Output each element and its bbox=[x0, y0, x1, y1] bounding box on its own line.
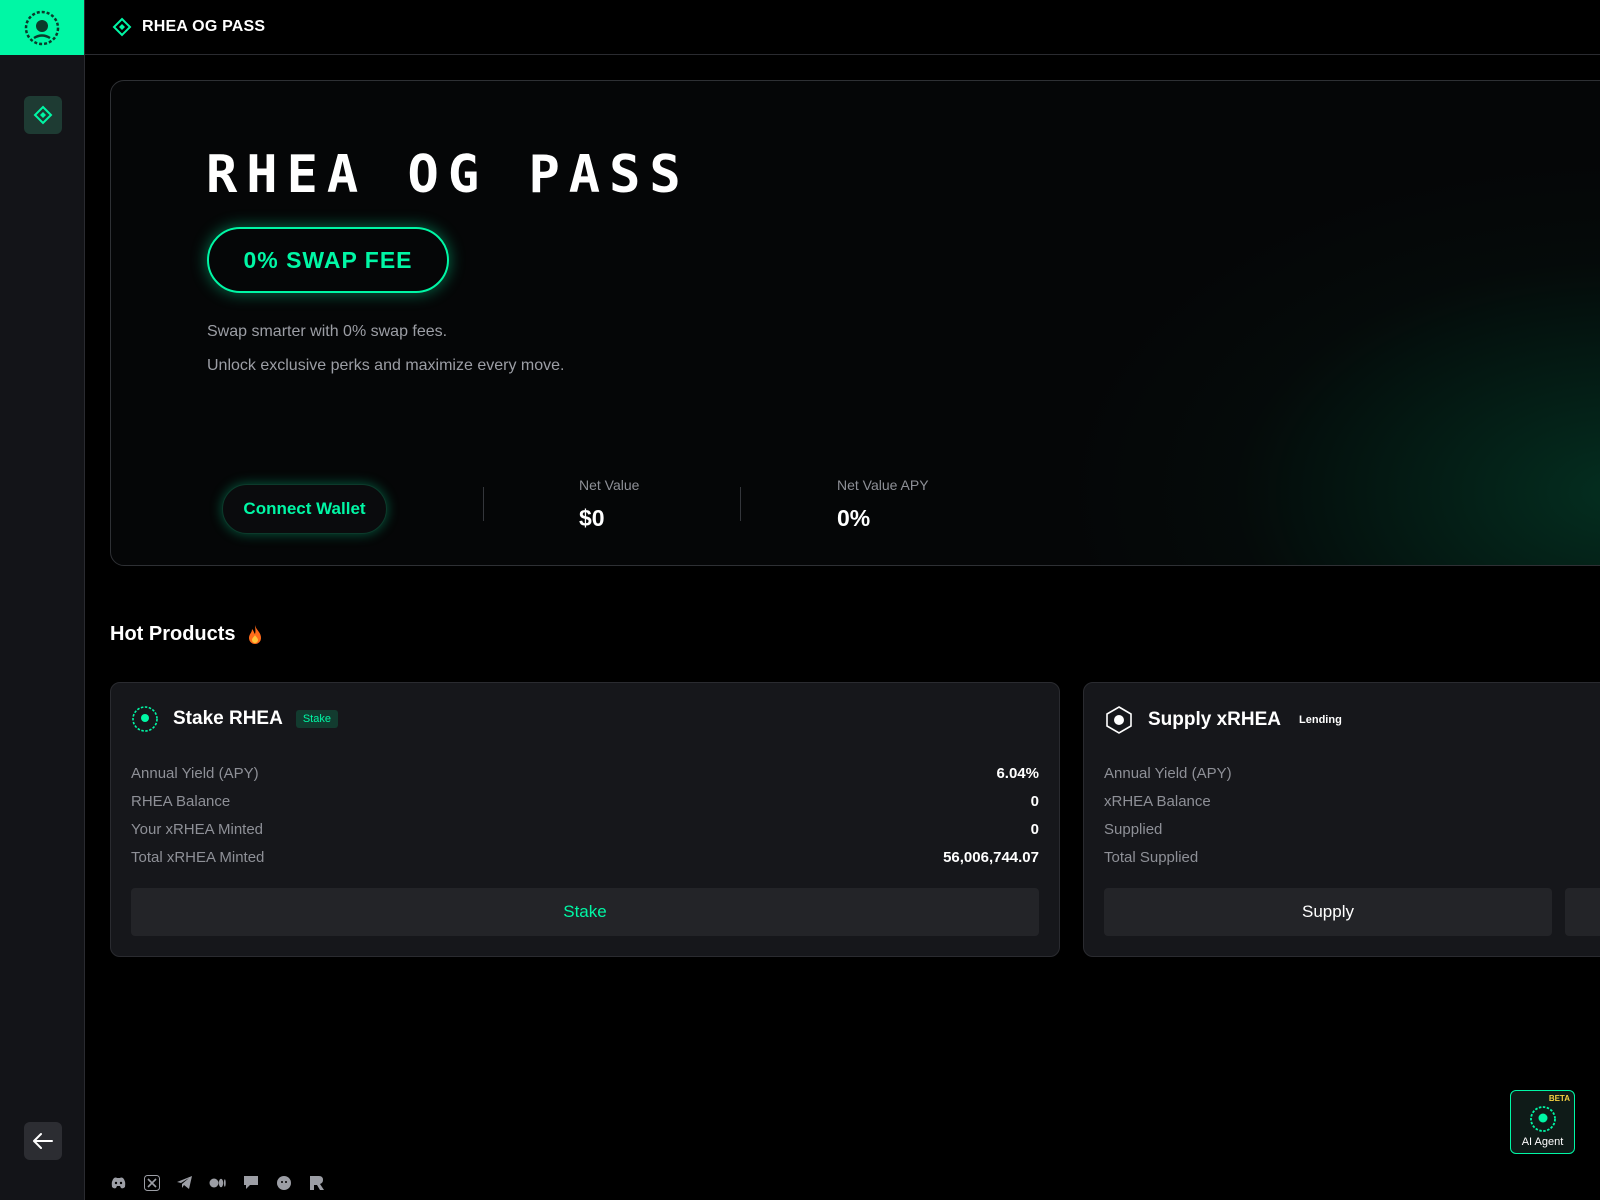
rhea-laurel-icon bbox=[132, 706, 158, 732]
divider bbox=[740, 487, 741, 521]
chat-icon[interactable] bbox=[242, 1174, 259, 1191]
og-pass-hero: RHEA OG PASS 0% SWAP FEE Swap smarter wi… bbox=[110, 80, 1600, 566]
rhea-icon[interactable] bbox=[308, 1174, 325, 1191]
stat-row: xRHEA Balance bbox=[1104, 787, 1600, 815]
product-card-stake-rhea: Stake RHEA Stake Annual Yield (APY) 6.04… bbox=[110, 682, 1060, 957]
stat-value: 56,006,744.07 bbox=[943, 848, 1039, 866]
x-icon[interactable] bbox=[143, 1174, 160, 1191]
stat-value: 6.04% bbox=[996, 764, 1039, 782]
collapse-arrow-icon bbox=[33, 1133, 53, 1149]
stat-label: Annual Yield (APY) bbox=[131, 764, 259, 782]
hot-products-heading: Hot Products bbox=[110, 623, 264, 646]
hero-subtitle-2: Unlock exclusive perks and maximize ever… bbox=[207, 357, 565, 374]
stat-row: Supplied bbox=[1104, 815, 1600, 843]
connect-wallet-button[interactable]: Connect Wallet bbox=[222, 484, 387, 534]
discord-icon[interactable] bbox=[110, 1174, 127, 1191]
net-value: $0 bbox=[579, 505, 605, 531]
stat-label: Total xRHEA Minted bbox=[131, 848, 265, 866]
stat-label: Total Supplied bbox=[1104, 848, 1199, 866]
collapse-sidebar-button[interactable] bbox=[24, 1122, 62, 1160]
net-value-label: Net Value bbox=[579, 477, 640, 493]
product-card-supply-xrhea: Supply xRHEA Lending Annual Yield (APY) … bbox=[1083, 682, 1600, 957]
stat-value: 0 bbox=[1030, 820, 1039, 838]
card-name: Stake RHEA bbox=[173, 708, 283, 729]
stat-row: Annual Yield (APY) 6.04% bbox=[131, 759, 1039, 787]
sidebar-item-og-pass[interactable] bbox=[24, 96, 62, 134]
top-bar: RHEA OG PASS bbox=[85, 0, 1600, 55]
stat-value: 0 bbox=[1030, 792, 1039, 810]
xrhea-hex-icon bbox=[1106, 706, 1132, 734]
stat-label: RHEA Balance bbox=[131, 792, 231, 810]
stat-row: RHEA Balance 0 bbox=[131, 787, 1039, 815]
telegram-icon[interactable] bbox=[176, 1174, 193, 1191]
card-name: Supply xRHEA bbox=[1148, 709, 1282, 730]
stat-row: Your xRHEA Minted 0 bbox=[131, 815, 1039, 843]
stat-row: Total xRHEA Minted 56,006,744.07 bbox=[131, 843, 1039, 871]
medium-icon[interactable] bbox=[209, 1174, 226, 1191]
laurel-logo-icon[interactable] bbox=[0, 0, 84, 55]
net-apy-label: Net Value APY bbox=[837, 477, 929, 493]
og-pass-icon bbox=[33, 105, 53, 125]
ai-agent-label: AI Agent bbox=[1521, 1136, 1564, 1148]
stat-row: Annual Yield (APY) bbox=[1104, 759, 1600, 787]
fire-icon bbox=[248, 624, 261, 644]
social-links bbox=[110, 1174, 325, 1191]
hero-subtitle-1: Swap smarter with 0% swap fees. bbox=[207, 323, 448, 340]
secondary-action-button[interactable] bbox=[1565, 888, 1600, 936]
hero-title: RHEA OG PASS bbox=[206, 145, 690, 205]
divider bbox=[483, 487, 484, 521]
ai-agent-laurel-icon bbox=[1529, 1106, 1556, 1132]
stat-label: Annual Yield (APY) bbox=[1104, 764, 1232, 782]
swap-fee-badge: 0% SWAP FEE bbox=[207, 227, 449, 293]
page-title: RHEA OG PASS bbox=[142, 18, 266, 35]
stat-label: Supplied bbox=[1104, 820, 1163, 838]
stake-button[interactable]: Stake bbox=[131, 888, 1039, 936]
card-tag: Lending bbox=[1299, 714, 1342, 726]
stat-label: Your xRHEA Minted bbox=[131, 820, 264, 838]
stat-label: xRHEA Balance bbox=[1104, 792, 1211, 810]
card-stats: Annual Yield (APY) 6.04% RHEA Balance 0 … bbox=[131, 759, 1039, 871]
beta-badge: BETA bbox=[1548, 1094, 1570, 1103]
ai-agent-button[interactable]: BETA AI Agent bbox=[1510, 1090, 1575, 1154]
card-stats: Annual Yield (APY) xRHEA Balance Supplie… bbox=[1104, 759, 1600, 871]
github-icon[interactable] bbox=[275, 1174, 292, 1191]
supply-button[interactable]: Supply bbox=[1104, 888, 1552, 936]
hot-products-title: Hot Products bbox=[110, 623, 236, 645]
sidebar bbox=[0, 0, 85, 1200]
stat-row: Total Supplied bbox=[1104, 843, 1600, 871]
card-tag: Stake bbox=[295, 710, 338, 728]
net-apy-value: 0% bbox=[837, 505, 871, 531]
og-pass-icon bbox=[112, 17, 132, 37]
